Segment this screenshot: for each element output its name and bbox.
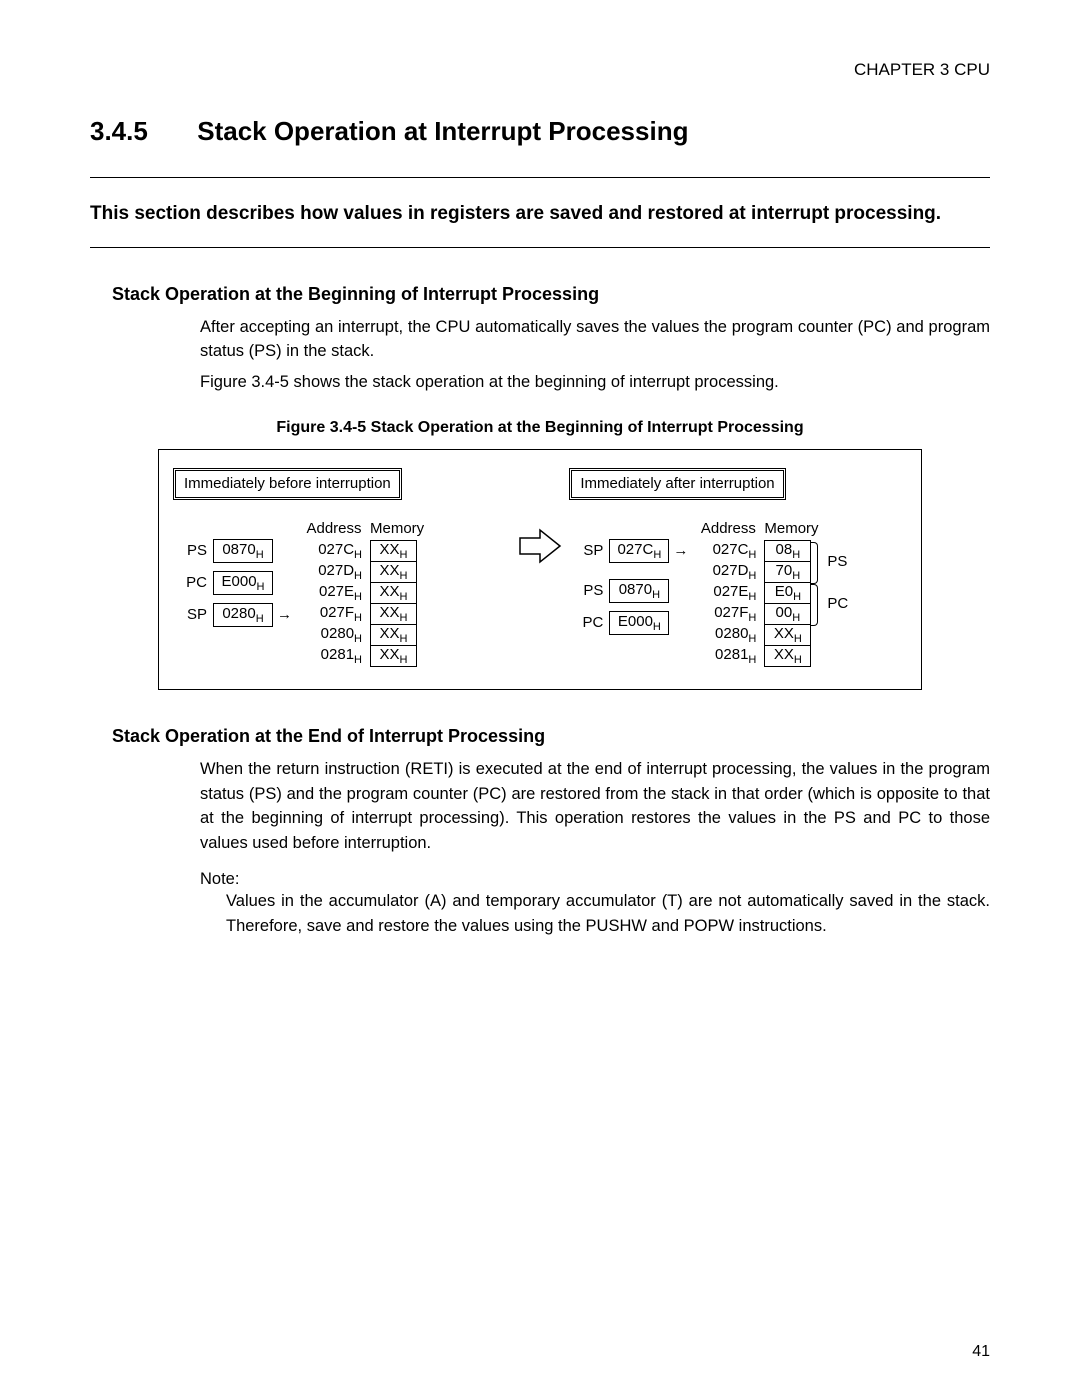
body-end-p1: When the return instruction (RETI) is ex… [200, 757, 990, 856]
col-address2: Address [700, 520, 764, 537]
brace-pc-icon [811, 584, 821, 624]
body-end: When the return instruction (RETI) is ex… [200, 757, 990, 856]
reg-pc-row: PC E000H [173, 570, 292, 596]
reg-sp-row: SP 0280H → [173, 602, 292, 628]
reg-sp2-row: SP 027CH → [569, 538, 688, 564]
col-memory: Memory [370, 520, 415, 537]
reg-sp2-label: SP [569, 542, 609, 559]
note-text: Values in the accumulator (A) and tempor… [226, 889, 990, 939]
reg-ps-value: 0870H [213, 539, 273, 563]
subhead-end: Stack Operation at the End of Interrupt … [112, 726, 990, 747]
before-registers: PS 0870H PC E000H SP 0280H → [173, 520, 292, 667]
section-number: 3.4.5 [90, 116, 190, 147]
reg-sp-value: 0280H [213, 603, 273, 627]
rule-bottom [90, 247, 990, 248]
section-title-text: Stack Operation at Interrupt Processing [197, 116, 688, 146]
after-memory: Address Memory 027CH08H 027DH70H 027EHE0… [700, 520, 811, 667]
reg-ps2-row: PS 0870H [569, 578, 688, 604]
subhead-begin: Stack Operation at the Beginning of Inte… [112, 284, 990, 305]
figure-right: Immediately after interruption SP 027CH … [569, 468, 907, 667]
body-begin-p1: After accepting an interrupt, the CPU au… [200, 315, 990, 365]
reg-pc2-label: PC [569, 614, 609, 631]
figure-arrow [511, 468, 570, 564]
reg-ps2-label: PS [569, 582, 609, 599]
reg-pc-value: E000H [213, 571, 273, 595]
brace-column: PS PC [811, 520, 848, 667]
figure-left: Immediately before interruption PS 0870H… [173, 468, 511, 667]
chapter-header: CHAPTER 3 CPU [90, 60, 990, 80]
page-number: 41 [972, 1343, 990, 1361]
brace-pc-label: PC [821, 595, 848, 612]
reg-pc-label: PC [173, 574, 213, 591]
reg-ps-row: PS 0870H [173, 538, 292, 564]
figure-caption: Figure 3.4-5 Stack Operation at the Begi… [90, 419, 990, 437]
col-memory2: Memory [764, 520, 809, 537]
after-registers: SP 027CH → PS 0870H PC E000H [569, 520, 688, 667]
reg-pc2-row: PC E000H [569, 610, 688, 636]
section-title: 3.4.5 Stack Operation at Interrupt Proce… [90, 116, 990, 147]
reg-ps-label: PS [173, 542, 213, 559]
after-label: Immediately after interruption [569, 468, 785, 500]
body-begin-p2: Figure 3.4-5 shows the stack operation a… [200, 370, 990, 395]
note-label: Note: [200, 870, 990, 889]
col-address: Address [306, 520, 370, 537]
before-memory: Address Memory 027CHXXH 027DHXXH 027EHXX… [306, 520, 417, 667]
brace-ps-icon [811, 542, 821, 582]
reg-ps2-value: 0870H [609, 579, 669, 603]
reg-sp-label: SP [173, 606, 213, 623]
sp-arrow-icon: → [273, 606, 292, 623]
sp-arrow2-icon: → [669, 542, 688, 559]
figure-box: Immediately before interruption PS 0870H… [158, 449, 922, 690]
reg-pc2-value: E000H [609, 611, 669, 635]
arrow-right-icon [518, 528, 562, 564]
after-memory-wrap: Address Memory 027CH08H 027DH70H 027EHE0… [700, 520, 848, 667]
page: CHAPTER 3 CPU 3.4.5 Stack Operation at I… [0, 0, 1080, 1397]
reg-sp2-value: 027CH [609, 539, 669, 563]
intro-text: This section describes how values in reg… [90, 178, 990, 247]
before-label: Immediately before interruption [173, 468, 402, 500]
body-begin: After accepting an interrupt, the CPU au… [200, 315, 990, 395]
brace-ps-label: PS [821, 553, 847, 570]
